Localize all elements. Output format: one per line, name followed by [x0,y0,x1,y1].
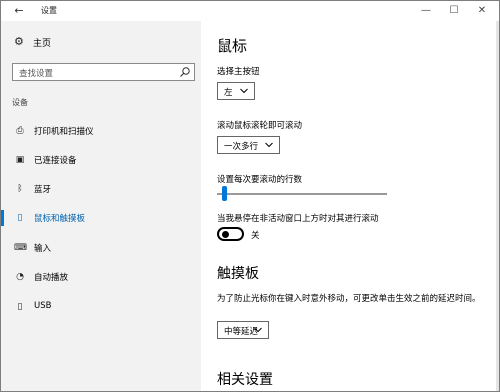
sidebar-item-usb[interactable]: ▯ USB [1,296,201,318]
touchpad-description: 为了防止光标你在键入时意外移动，可更改单击生效之前的延迟时间。 [217,294,481,304]
window-title: 设置 [41,6,57,15]
related-settings-title: 相关设置 [217,372,273,388]
inactive-scroll-label: 当我悬停在非活动窗口上方时对其进行滚动 [217,214,379,224]
sidebar-item-label: 输入 [34,244,52,254]
sidebar-item-mouse-touchpad[interactable]: ▯ 鼠标和触摸板 [1,207,201,229]
title-bar: ← 设置 — ☐ ✕ [1,1,499,21]
chevron-down-icon [265,142,273,148]
scroll-label: 滚动鼠标滚轮即可滚动 [217,121,303,131]
touchpad-title: 触摸板 [217,266,259,282]
scrollbar[interactable] [496,21,499,391]
sidebar-item-label: 鼠标和触摸板 [34,214,86,224]
keyboard-icon: ⌨ [14,243,27,253]
sidebar-item-label: 自动播放 [34,273,69,283]
toggle-state-text: 关 [251,231,260,241]
active-indicator [1,210,4,226]
maximize-button[interactable]: ☐ [439,1,469,21]
sidebar-home[interactable]: ⚙ 主页 [1,31,201,55]
autoplay-icon: ◔ [16,272,24,282]
close-button[interactable]: ✕ [467,1,497,21]
sidebar-item-printers[interactable]: ⎙ 打印机和扫描仪 [1,120,201,142]
primary-button-label: 选择主按钮 [217,67,260,77]
sidebar: ⚙ 主页 查找设置 设备 ⎙ 打印机和扫描仪 ▣ 已连接设备 ᛒ 蓝牙 ▯ 鼠标… [1,21,201,391]
select-value: 左 [224,88,233,98]
home-label: 主页 [33,39,52,49]
printer-icon: ⎙ [16,126,24,136]
section-label: 设备 [12,98,28,107]
usb-icon: ▯ [17,302,23,312]
search-placeholder: 查找设置 [19,69,54,79]
sidebar-item-label: USB [34,301,52,311]
mouse-icon: ▯ [17,213,23,223]
minimize-button[interactable]: — [411,1,441,21]
scroll-select[interactable]: 一次多行 [217,136,280,154]
search-icon[interactable] [179,66,191,78]
chevron-down-icon [254,327,262,333]
touchpad-delay-select[interactable]: 中等延迟 [217,321,269,339]
chevron-down-icon [240,88,248,94]
bluetooth-icon: ᛒ [17,184,23,194]
primary-button-select[interactable]: 左 [217,82,255,100]
lines-label: 设置每次要滚动的行数 [217,175,303,185]
toggle-knob [222,231,229,238]
main-content: 鼠标 选择主按钮 左 滚动鼠标滚轮即可滚动 一次多行 设置每次要滚动的行数 当我… [201,21,499,391]
sidebar-item-connected-devices[interactable]: ▣ 已连接设备 [1,149,201,171]
sidebar-item-label: 打印机和扫描仪 [34,127,94,137]
sidebar-item-label: 已连接设备 [34,156,77,166]
connected-devices-icon: ▣ [15,155,25,165]
search-input[interactable]: 查找设置 [12,63,195,81]
sidebar-item-bluetooth[interactable]: ᛒ 蓝牙 [1,178,201,200]
sidebar-item-typing[interactable]: ⌨ 输入 [1,237,201,259]
sidebar-item-label: 蓝牙 [34,185,52,195]
inactive-scroll-toggle[interactable] [217,227,244,241]
sidebar-item-autoplay[interactable]: ◔ 自动播放 [1,266,201,288]
settings-window: ← 设置 — ☐ ✕ ⚙ 主页 查找设置 设备 ⎙ 打印机和扫描仪 ▣ 已连接设… [0,0,500,392]
gear-icon: ⚙ [14,35,24,48]
back-arrow-icon[interactable]: ← [11,3,27,19]
select-value: 一次多行 [224,142,259,152]
lines-slider-thumb[interactable] [221,186,227,201]
page-title: 鼠标 [217,37,248,55]
lines-slider-track[interactable] [217,193,387,195]
